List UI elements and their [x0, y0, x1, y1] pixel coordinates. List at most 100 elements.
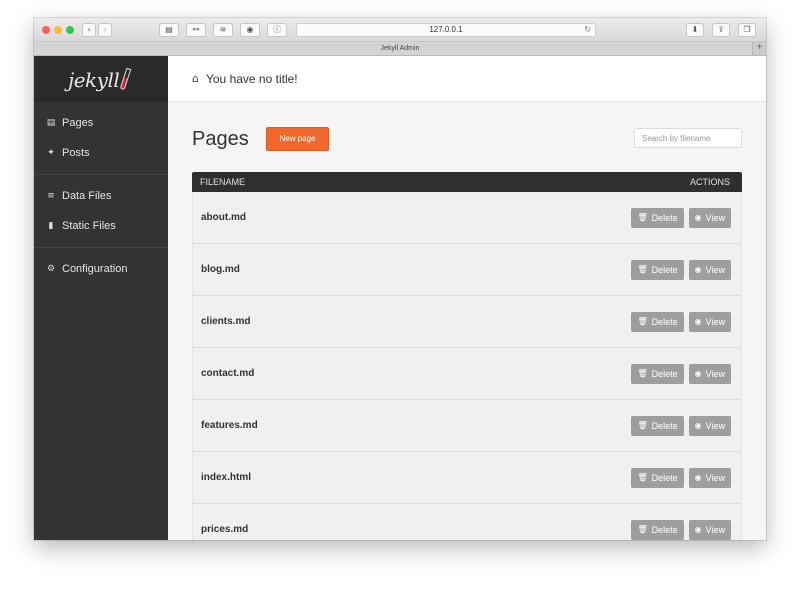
database-icon: ≡	[47, 191, 55, 201]
view-label: View	[705, 472, 725, 483]
download-icon: ⬇	[691, 25, 699, 34]
eye-icon: ◉	[694, 420, 702, 430]
eye-icon: ◉	[694, 316, 702, 326]
close-window-button[interactable]	[42, 26, 50, 34]
site-title: You have no title!	[205, 71, 298, 86]
trash-icon: 🗑	[637, 472, 648, 482]
row-actions: 🗑 Delete ◉ View	[631, 259, 731, 280]
minimize-window-button[interactable]	[54, 26, 62, 34]
table-row[interactable]: clients.md 🗑 Delete ◉ View	[192, 296, 742, 348]
tabs-overview-button[interactable]: ❐	[738, 23, 756, 37]
sidebar-item-label: Posts	[62, 147, 90, 159]
delete-button[interactable]: 🗑 Delete	[631, 259, 684, 280]
view-label: View	[705, 368, 725, 379]
delete-button[interactable]: 🗑 Delete	[631, 311, 684, 332]
view-button[interactable]: ◉ View	[688, 363, 731, 384]
table-row[interactable]: about.md 🗑 Delete ◉ View	[192, 192, 742, 244]
view-button[interactable]: ◉ View	[688, 259, 731, 280]
delete-label: Delete	[651, 420, 678, 431]
filename-link[interactable]: prices.md	[201, 524, 248, 535]
view-label: View	[705, 420, 725, 431]
tab-title[interactable]: Jekyll Admin	[381, 45, 420, 52]
delete-button[interactable]: 🗑 Delete	[631, 467, 684, 488]
maximize-window-button[interactable]	[66, 26, 74, 34]
main-content: ⌂ You have no title! Pages New page FILE…	[168, 56, 766, 540]
delete-label: Delete	[651, 524, 678, 535]
row-actions: 🗑 Delete ◉ View	[631, 467, 731, 488]
eye-icon: ◉	[694, 212, 702, 222]
sidebar-item-posts[interactable]: ✦ Posts	[34, 138, 168, 168]
view-button[interactable]: ◉ View	[688, 415, 731, 436]
sidebar: jekyll ▤ Pages ✦ Posts ≡ Data Files ▮ St…	[34, 56, 168, 540]
row-actions: 🗑 Delete ◉ View	[631, 311, 731, 332]
view-button[interactable]: ◉ View	[688, 467, 731, 488]
delete-label: Delete	[651, 472, 678, 483]
reload-icon[interactable]: ↻	[584, 24, 591, 36]
sidebar-item-configuration[interactable]: ⚙ Configuration	[34, 254, 168, 284]
record-icon: ◉	[246, 25, 254, 34]
new-page-button[interactable]: New page	[266, 127, 329, 151]
share-button[interactable]: ⇪	[712, 23, 730, 37]
delete-button[interactable]: 🗑 Delete	[631, 415, 684, 436]
view-button[interactable]: ◉ View	[688, 207, 731, 228]
view-button[interactable]: ◉ View	[688, 311, 731, 332]
search-input[interactable]	[634, 128, 742, 148]
row-actions: 🗑 Delete ◉ View	[631, 519, 731, 540]
table-row[interactable]: contact.md 🗑 Delete ◉ View	[192, 348, 742, 400]
column-header-filename: FILENAME	[200, 177, 246, 187]
sidebar-item-data-files[interactable]: ≡ Data Files	[34, 181, 168, 211]
extension-button-link[interactable]: ⚯	[186, 23, 206, 37]
home-icon[interactable]: ⌂	[192, 72, 199, 85]
filename-link[interactable]: index.html	[201, 472, 251, 483]
extension-button-record[interactable]: ◉	[240, 23, 260, 37]
new-tab-button[interactable]: +	[752, 42, 766, 55]
view-button[interactable]: ◉ View	[688, 519, 731, 540]
layers-icon: ≋	[219, 25, 227, 34]
eye-icon: ◉	[694, 472, 702, 482]
eye-icon: ◉	[694, 524, 702, 534]
nav-group-content: ▤ Pages ✦ Posts	[34, 102, 168, 175]
sidebar-item-label: Static Files	[62, 220, 116, 232]
row-actions: 🗑 Delete ◉ View	[631, 415, 731, 436]
back-button[interactable]: ‹	[82, 23, 96, 37]
filename-link[interactable]: about.md	[201, 212, 246, 223]
sidebar-item-static-files[interactable]: ▮ Static Files	[34, 211, 168, 241]
delete-label: Delete	[651, 212, 678, 223]
tab-bar: Jekyll Admin +	[34, 42, 766, 56]
delete-button[interactable]: 🗑 Delete	[631, 207, 684, 228]
sidebar-toggle-button[interactable]: ▤	[159, 23, 179, 37]
gear-icon: ⚙	[46, 264, 56, 274]
table-row[interactable]: features.md 🗑 Delete ◉ View	[192, 400, 742, 452]
extension-button-layers[interactable]: ≋	[213, 23, 233, 37]
table-row[interactable]: prices.md 🗑 Delete ◉ View	[192, 504, 742, 540]
sidebar-item-pages[interactable]: ▤ Pages	[34, 108, 168, 138]
forward-button[interactable]: ›	[98, 23, 112, 37]
filename-link[interactable]: features.md	[201, 420, 258, 431]
sidebar-item-label: Data Files	[62, 190, 112, 202]
browser-window: ‹ › ▤ ⚯ ≋ ◉ ⓘ 127.0.0.1 ↻ ⬇ ⇪ ❐ Jekyll A…	[34, 18, 766, 540]
pin-icon: ✦	[47, 148, 55, 158]
extension-button-info[interactable]: ⓘ	[267, 23, 287, 37]
pages-table: FILENAME ACTIONS about.md 🗑 Delete ◉ Vie…	[192, 172, 742, 540]
table-row[interactable]: blog.md 🗑 Delete ◉ View	[192, 244, 742, 296]
trash-icon: 🗑	[637, 316, 648, 326]
logo[interactable]: jekyll	[34, 56, 168, 102]
view-label: View	[705, 524, 725, 535]
downloads-button[interactable]: ⬇	[686, 23, 704, 37]
delete-button[interactable]: 🗑 Delete	[631, 519, 684, 540]
view-label: View	[705, 316, 725, 327]
delete-label: Delete	[651, 316, 678, 327]
browser-toolbar: ‹ › ▤ ⚯ ≋ ◉ ⓘ 127.0.0.1 ↻ ⬇ ⇪ ❐	[34, 18, 766, 42]
filename-link[interactable]: blog.md	[201, 264, 240, 275]
filename-link[interactable]: clients.md	[201, 316, 250, 327]
filename-link[interactable]: contact.md	[201, 368, 254, 379]
share-icon: ⇪	[717, 25, 725, 34]
logo-text: jekyll	[68, 68, 120, 92]
nav-group-settings: ⚙ Configuration	[34, 248, 168, 290]
delete-label: Delete	[651, 264, 678, 275]
delete-button[interactable]: 🗑 Delete	[631, 363, 684, 384]
address-bar[interactable]: 127.0.0.1 ↻	[296, 23, 596, 37]
trash-icon: 🗑	[637, 420, 648, 430]
eye-icon: ◉	[694, 368, 702, 378]
table-row[interactable]: index.html 🗑 Delete ◉ View	[192, 452, 742, 504]
